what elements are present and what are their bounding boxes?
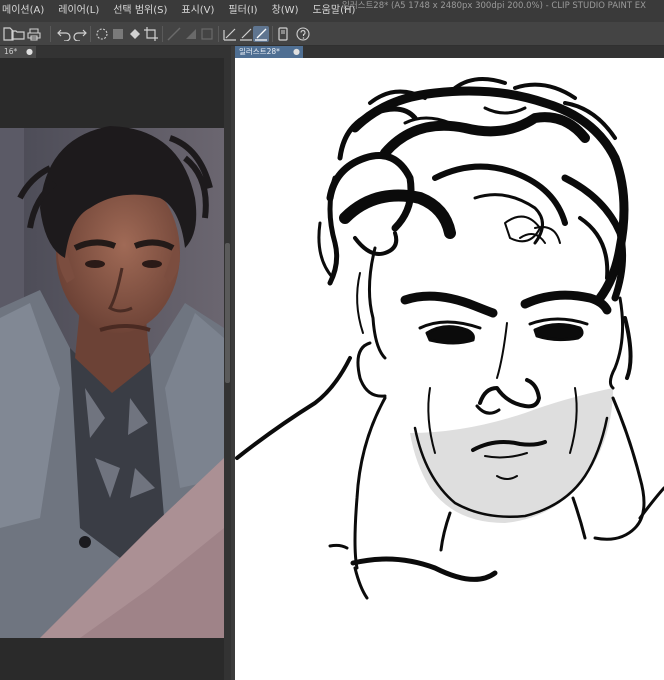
menu-view[interactable]: 표시(V) [174,0,221,22]
snap-icon[interactable] [199,26,215,42]
reference-photo [0,126,224,680]
transform-icon[interactable] [110,26,126,42]
help-icon[interactable] [295,26,311,42]
tab-close-icon[interactable]: ● [293,46,300,58]
print-icon[interactable] [26,26,42,42]
scrollbar-thumb[interactable] [225,243,230,383]
ruler-icon[interactable] [166,26,182,42]
device-icon[interactable] [275,26,291,42]
main-menu: 메이션(A) 레이어(L) 선택 범위(S) 표시(V) 필터(I) 창(W) … [0,0,362,22]
undo-icon[interactable] [56,26,72,42]
tab-document-16[interactable]: 16* ● [0,46,36,58]
open-folder-icon[interactable] [10,26,26,42]
tab-close-icon[interactable]: ● [26,46,33,58]
toolbar-separator [162,26,163,42]
menu-layer[interactable]: 레이어(L) [51,0,106,22]
toolbar-separator [50,26,51,42]
menu-bar: 메이션(A) 레이어(L) 선택 범위(S) 표시(V) 필터(I) 창(W) … [0,0,664,22]
active-brush-icon[interactable] [253,26,269,42]
menu-filter[interactable]: 필터(I) [221,0,264,22]
tab-illustration-28[interactable]: 일러스트28* ● [235,46,303,58]
shape-icon[interactable] [183,26,199,42]
crop-icon[interactable] [143,26,159,42]
command-bar [0,22,664,46]
menu-window[interactable]: 창(W) [265,0,306,22]
left-vertical-scrollbar[interactable] [224,58,231,680]
fill-icon[interactable] [127,26,143,42]
ink-sketch [235,77,664,600]
tab-label: 일러스트28* [239,47,280,56]
pen-tool-icon[interactable] [222,26,238,42]
redo-icon[interactable] [72,26,88,42]
tab-label: 16* [4,47,18,56]
window-title: 일러스트28* (A5 1748 x 2480px 300dpi 200.0%)… [342,1,646,11]
right-tab-bar: 일러스트28* ● [235,46,664,58]
brush-tool-icon[interactable] [238,26,254,42]
drawing-canvas[interactable] [235,58,664,680]
toolbar-separator [272,26,273,42]
menu-selection[interactable]: 선택 범위(S) [106,0,174,22]
toolbar-separator [90,26,91,42]
left-tab-bar: 16* ● [0,46,231,58]
reference-canvas[interactable] [0,58,224,680]
toolbar-separator [218,26,219,42]
menu-animation[interactable]: 메이션(A) [0,0,51,22]
clear-selection-icon[interactable] [94,26,110,42]
